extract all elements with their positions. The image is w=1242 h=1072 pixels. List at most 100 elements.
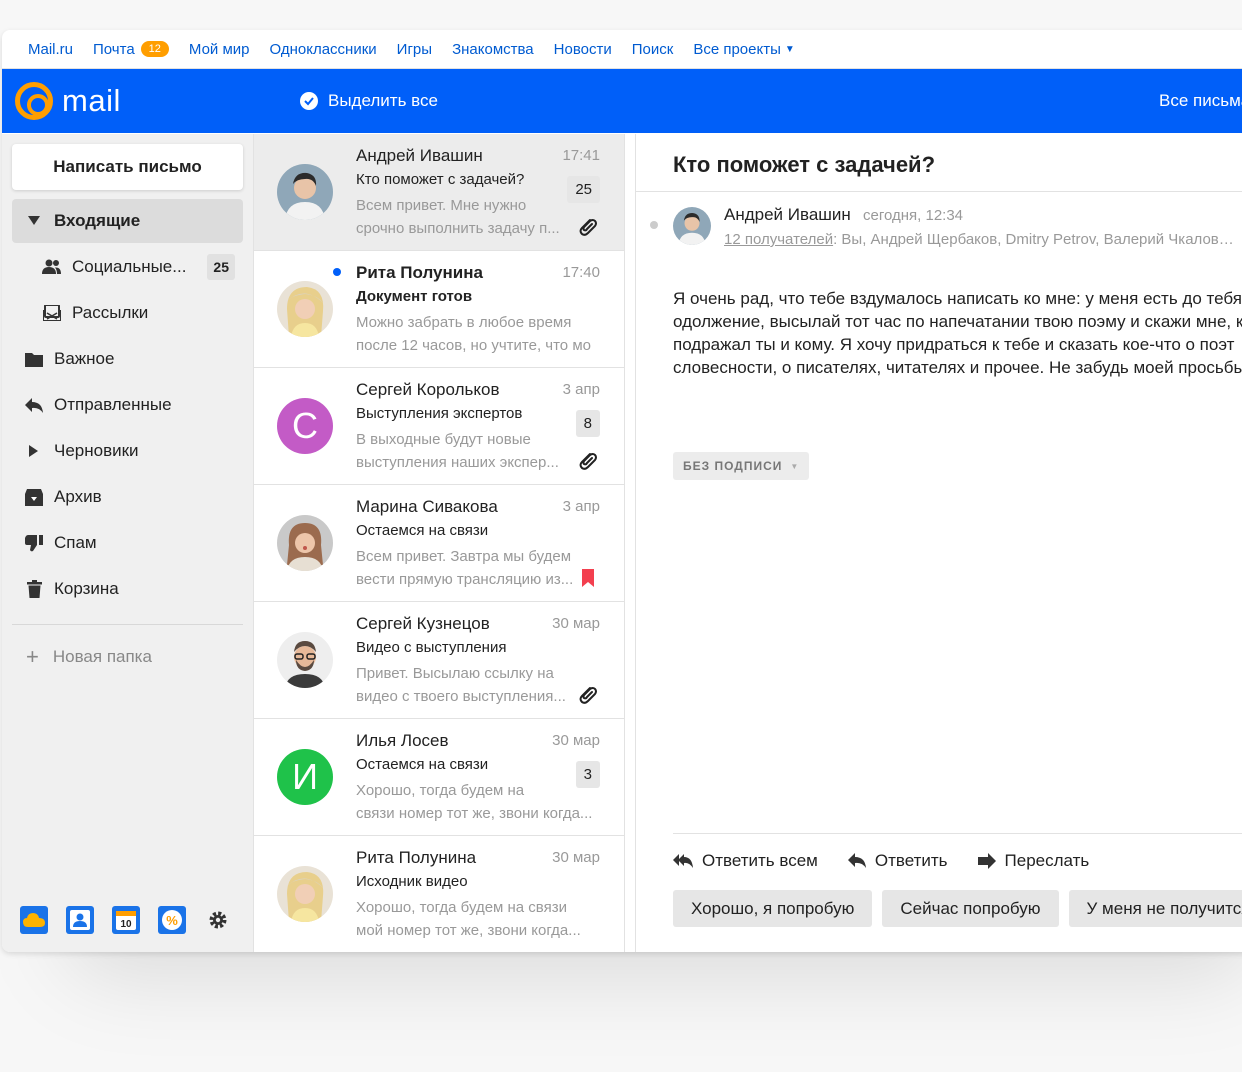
signature-dropdown[interactable]: БЕЗ ПОДПИСИ ▼ xyxy=(673,452,810,480)
portal-link-search[interactable]: Поиск xyxy=(632,41,674,58)
cloud-app-icon[interactable] xyxy=(20,906,48,934)
message-subject: Остаемся на связи xyxy=(356,756,489,773)
message-row[interactable]: С Сергей Корольков 3 апр Выступления экс… xyxy=(254,368,624,485)
compose-button[interactable]: Написать письмо xyxy=(12,144,243,190)
message-preview: Всем привет. Завтра мы будем вести прямую… xyxy=(356,545,576,591)
message-sender: Сергей Корольков xyxy=(356,380,500,399)
portal-link-mailru[interactable]: Mail.ru xyxy=(28,41,73,58)
preview-line: связи номер тот же, звони когда... xyxy=(356,805,593,822)
attachment-icon xyxy=(578,217,598,237)
avatar: С xyxy=(277,398,333,454)
body-line: подражал ты и кому. Я хочу придраться к … xyxy=(673,335,1235,354)
preview-line: Можно забрать в любое время xyxy=(356,314,572,331)
trash-icon xyxy=(24,580,44,598)
portal-link-news[interactable]: Новости xyxy=(554,41,612,58)
folder-spam[interactable]: Спам xyxy=(12,521,243,565)
select-all-label: Выделить все xyxy=(328,91,438,110)
folder-icon xyxy=(24,352,44,367)
thumb-down-icon xyxy=(24,534,44,552)
reply-label: Ответить xyxy=(874,851,948,870)
message-sender: Рита Полунина xyxy=(356,263,483,282)
preview-line: Привет. Высылаю ссылку на xyxy=(356,665,554,682)
reply-all-icon xyxy=(673,854,693,868)
message-row[interactable]: Марина Сивакова 3 апр Остаемся на связи … xyxy=(254,485,624,602)
message-row[interactable]: Рита Полунина 30 мар Исходник видео Хоро… xyxy=(254,836,624,952)
message-row[interactable]: Сергей Кузнецов 30 мар Видео с выступлен… xyxy=(254,602,624,719)
bookmark-icon[interactable] xyxy=(578,568,598,588)
at-logo-icon xyxy=(15,82,53,120)
new-folder-label: Новая папка xyxy=(52,647,152,666)
quick-reply-button[interactable]: Сейчас попробую xyxy=(882,890,1059,927)
sender-avatar[interactable] xyxy=(673,207,711,245)
signature-label: БЕЗ ПОДПИСИ xyxy=(683,459,783,473)
forward-button[interactable]: Переслать xyxy=(977,851,1089,871)
message-preview: Хорошо, тогда будем на связи номер тот же… xyxy=(356,779,596,825)
all-letters-filter[interactable]: Все письма xyxy=(1159,91,1242,111)
letter-recipients: 12 получателей: Вы, Андрей Щербаков, Dmi… xyxy=(724,231,1234,248)
caret-down-icon xyxy=(24,216,44,226)
folder-newsletters[interactable]: Рассылки xyxy=(12,291,243,335)
logo-text: mail xyxy=(62,83,121,118)
message-subject: Выступления экспертов xyxy=(356,405,523,422)
divider xyxy=(673,833,1242,834)
reply-button[interactable]: Ответить xyxy=(847,851,948,871)
folder-social[interactable]: Социальные... 25 xyxy=(12,245,243,289)
message-preview: В выходные будут новые выступления наших … xyxy=(356,428,571,474)
portal-link-myworld[interactable]: Мой мир xyxy=(189,41,250,58)
message-row[interactable]: Рита Полунина 17:40 Документ готов Можно… xyxy=(254,251,624,368)
message-row[interactable]: И Илья Лосев 30 мар Остаемся на связи Хо… xyxy=(254,719,624,836)
letter-actions: Ответить всем Ответить Переслать xyxy=(673,851,1119,871)
calendar-app-icon[interactable]: 10 xyxy=(112,906,140,934)
mail-logo[interactable]: mail xyxy=(15,82,300,120)
folder-label: Рассылки xyxy=(72,303,149,322)
quick-reply-button[interactable]: У меня не получится xyxy=(1068,890,1242,927)
check-circle-icon xyxy=(300,92,318,110)
read-status-dot[interactable] xyxy=(650,221,658,229)
portal-link-games[interactable]: Игры xyxy=(397,41,432,58)
folder-important[interactable]: Важное xyxy=(12,337,243,381)
folder-label: Социальные... xyxy=(72,257,187,276)
portal-link-mail[interactable]: Почта 12 xyxy=(93,41,169,58)
message-sender: Андрей Ивашин xyxy=(356,146,483,165)
folder-inbox[interactable]: Входящие xyxy=(12,199,243,243)
folder-label: Важное xyxy=(54,349,115,368)
body-line: Я очень рад, что тебе вздумалось написат… xyxy=(673,289,1242,308)
message-time: 3 апр xyxy=(562,381,600,398)
portal-link-ok[interactable]: Одноклассники xyxy=(270,41,377,58)
preview-line: мой номер тот же, звони когда... xyxy=(356,922,581,939)
quick-reply-button[interactable]: Хорошо, я попробую xyxy=(673,890,873,927)
reply-all-label: Ответить всем xyxy=(702,851,818,870)
preview-line: Хорошо, тогда будем на связи xyxy=(356,899,567,916)
discounts-app-icon[interactable]: % xyxy=(158,906,186,934)
recipients-link[interactable]: 12 получателей xyxy=(724,231,833,248)
letter-sender-name[interactable]: Андрей Ивашин xyxy=(724,205,851,225)
preview-line: Всем привет. Завтра мы будем xyxy=(356,548,572,565)
folder-label: Входящие xyxy=(54,211,141,230)
caret-down-icon: ▼ xyxy=(790,461,800,471)
contacts-app-icon[interactable] xyxy=(66,906,94,934)
caret-right-icon xyxy=(24,445,44,457)
message-subject: Исходник видео xyxy=(356,873,468,890)
preview-line: выступления наших экспер... xyxy=(356,454,559,471)
folder-trash[interactable]: Корзина xyxy=(12,567,243,611)
folder-drafts[interactable]: Черновики xyxy=(12,429,243,473)
message-time: 17:41 xyxy=(562,147,600,164)
portal-link-all-projects[interactable]: Все проекты ▼ xyxy=(693,41,794,58)
message-preview: Привет. Высылаю ссылку на видео с твоего … xyxy=(356,662,571,708)
new-folder-button[interactable]: + Новая папка xyxy=(26,644,152,670)
reply-all-button[interactable]: Ответить всем xyxy=(673,851,818,871)
message-row[interactable]: Андрей Ивашин 17:41 Кто поможет с задаче… xyxy=(254,134,624,251)
preview-line: В выходные будут новые xyxy=(356,431,531,448)
divider xyxy=(636,191,1242,192)
settings-gear-icon[interactable] xyxy=(204,906,232,934)
reply-arrow-icon xyxy=(24,397,44,413)
message-subject: Видео с выступления xyxy=(356,639,507,656)
portal-link-dating[interactable]: Знакомства xyxy=(452,41,534,58)
select-all-button[interactable]: Выделить все xyxy=(300,91,438,111)
unread-dot[interactable] xyxy=(333,268,341,276)
app-header: mail Выделить все Все письма xyxy=(2,69,1242,133)
users-icon xyxy=(42,259,62,275)
folder-sent[interactable]: Отправленные xyxy=(12,383,243,427)
message-subject: Кто поможет с задачей? xyxy=(356,171,525,188)
folder-archive[interactable]: Архив xyxy=(12,475,243,519)
